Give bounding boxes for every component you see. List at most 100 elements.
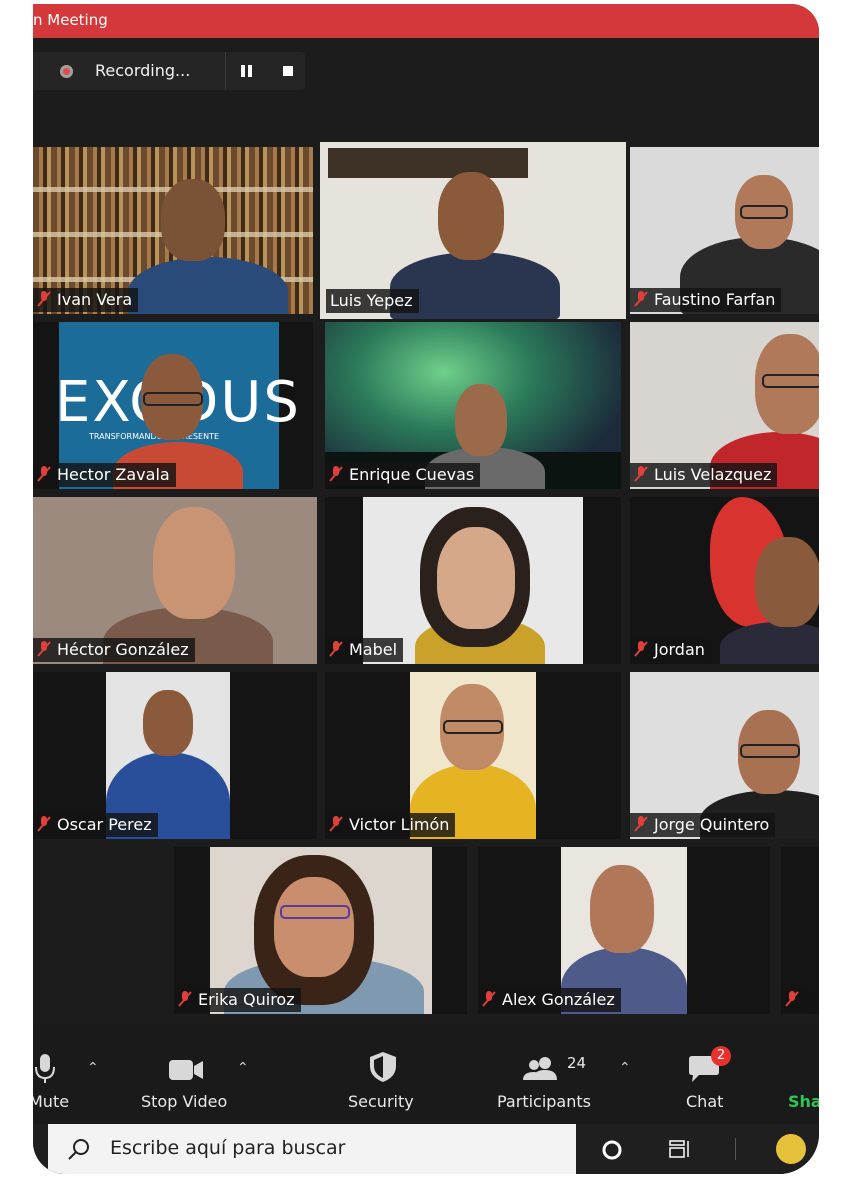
video-tile[interactable]: EXODUS TRANSFORMANDO EL PRESENTE Hector … (33, 322, 313, 489)
participant-name-label: Luis Yepez (326, 289, 419, 313)
participant-name: Erika Quiroz (198, 990, 295, 1009)
microphone-icon (35, 1054, 55, 1083)
participant-name: Ivan Vera (57, 290, 133, 309)
chevron-up-icon[interactable]: ⌃ (619, 1060, 631, 1076)
video-tile[interactable]: Erika Quiroz (174, 847, 467, 1014)
chat-unread-badge: 2 (711, 1046, 731, 1066)
participant-name: Alex González (502, 990, 615, 1009)
video-tile[interactable]: Jordan (630, 497, 819, 664)
participant-name-label: Victor Limón (325, 813, 456, 837)
chevron-up-icon[interactable]: ⌃ (87, 1060, 99, 1076)
glasses (280, 905, 350, 919)
divider (225, 52, 226, 90)
muted-mic-icon (37, 291, 51, 307)
video-tile[interactable]: Ivan Vera (33, 147, 313, 314)
muted-mic-icon (37, 816, 51, 832)
share-label: Sha (788, 1092, 819, 1111)
video-tile[interactable]: Victor Limón (325, 672, 621, 839)
security-button[interactable]: Security (338, 1024, 428, 1124)
participant-name: Hector Zavala (57, 465, 170, 484)
participant-name-label: Faustino Farfan (630, 288, 782, 312)
muted-mic-icon (785, 991, 799, 1007)
video-tile-partial[interactable] (781, 847, 819, 1014)
person-shoulders (720, 622, 819, 664)
participant-name: Luis Velazquez (654, 465, 772, 484)
glasses (740, 744, 800, 758)
muted-mic-icon (634, 641, 648, 657)
search-icon (68, 1139, 89, 1160)
glasses (143, 392, 203, 406)
person-head (438, 172, 504, 260)
video-tile[interactable]: Enrique Cuevas (325, 322, 621, 489)
muted-mic-icon (634, 291, 648, 307)
muted-mic-icon (634, 466, 648, 482)
participant-name-label: Alex González (478, 988, 621, 1012)
participant-name: Jorge Quintero (654, 815, 770, 834)
title-bar: n Meeting (33, 4, 819, 38)
chevron-up-icon[interactable]: ⌃ (237, 1060, 249, 1076)
recording-label: Recording... (95, 61, 191, 80)
participants-count: 24 (567, 1054, 587, 1072)
participant-name-label: Erika Quiroz (174, 988, 301, 1012)
participant-name: Enrique Cuevas (349, 465, 475, 484)
video-tile-active-speaker[interactable]: Luis Yepez (320, 142, 626, 319)
taskbar-divider (735, 1138, 736, 1160)
participants-label: Participants (497, 1092, 591, 1111)
muted-mic-icon (634, 816, 648, 832)
muted-mic-icon (329, 466, 343, 482)
person-face (437, 527, 515, 629)
glasses (740, 205, 788, 219)
app-icon[interactable] (776, 1134, 806, 1164)
recording-dot-icon (60, 65, 73, 78)
participant-name: Héctor González (57, 640, 189, 659)
glasses (443, 720, 503, 734)
task-view-icon[interactable] (668, 1138, 692, 1160)
video-tile[interactable]: Faustino Farfan (630, 147, 819, 314)
person-head (590, 865, 654, 953)
mute-label: Mute (33, 1092, 70, 1111)
taskbar-search-box[interactable]: Escribe aquí para buscar (48, 1124, 576, 1174)
participant-name-label: Mabel (325, 638, 404, 662)
mute-button[interactable]: Mute (33, 1024, 93, 1124)
participant-name: Luis Yepez (330, 291, 413, 310)
person-head (455, 384, 507, 456)
video-tile[interactable]: Héctor González (33, 497, 317, 664)
recording-indicator: Recording... (33, 52, 305, 90)
muted-mic-icon (329, 641, 343, 657)
video-tile[interactable]: Jorge Quintero (630, 672, 819, 839)
chat-button[interactable]: 2 Chat (673, 1024, 733, 1124)
video-tile[interactable]: Oscar Perez (33, 672, 317, 839)
stop-recording-icon[interactable] (283, 66, 293, 76)
zoom-window: n Meeting Recording... Ivan Vera Luis Ye… (33, 4, 819, 1174)
participant-name-label: Héctor González (33, 638, 195, 662)
share-screen-button[interactable]: Sha (783, 1024, 819, 1124)
security-label: Security (348, 1092, 414, 1111)
video-tile[interactable]: Alex González (478, 847, 770, 1014)
participant-name-label (781, 988, 811, 1012)
participants-button[interactable]: 24 Participants (495, 1024, 605, 1124)
participant-name-label: Luis Velazquez (630, 463, 778, 487)
participant-name: Victor Limón (349, 815, 450, 834)
participant-name-label: Ivan Vera (33, 288, 139, 312)
video-tile[interactable]: Mabel (325, 497, 621, 664)
participants-icon (523, 1057, 557, 1080)
cortana-icon[interactable] (601, 1139, 623, 1161)
participant-name: Oscar Perez (57, 815, 152, 834)
painting (328, 148, 528, 178)
person-face (274, 877, 354, 977)
participant-name-label: Jorge Quintero (630, 813, 776, 837)
video-camera-icon (169, 1060, 203, 1080)
video-tile[interactable]: Luis Velazquez (630, 322, 819, 489)
person-head (161, 179, 225, 261)
person-head (755, 537, 819, 627)
windows-taskbar: Escribe aquí para buscar (33, 1124, 819, 1174)
glasses (762, 374, 819, 388)
participant-name-label: Hector Zavala (33, 463, 176, 487)
person-head (153, 507, 235, 619)
window-title: n Meeting (33, 11, 108, 29)
pause-recording-icon[interactable] (241, 65, 253, 77)
participant-name-label: Jordan (630, 638, 711, 662)
stop-video-label: Stop Video (141, 1092, 228, 1111)
stop-video-button[interactable]: Stop Video (133, 1024, 243, 1124)
participant-name: Jordan (654, 640, 705, 659)
